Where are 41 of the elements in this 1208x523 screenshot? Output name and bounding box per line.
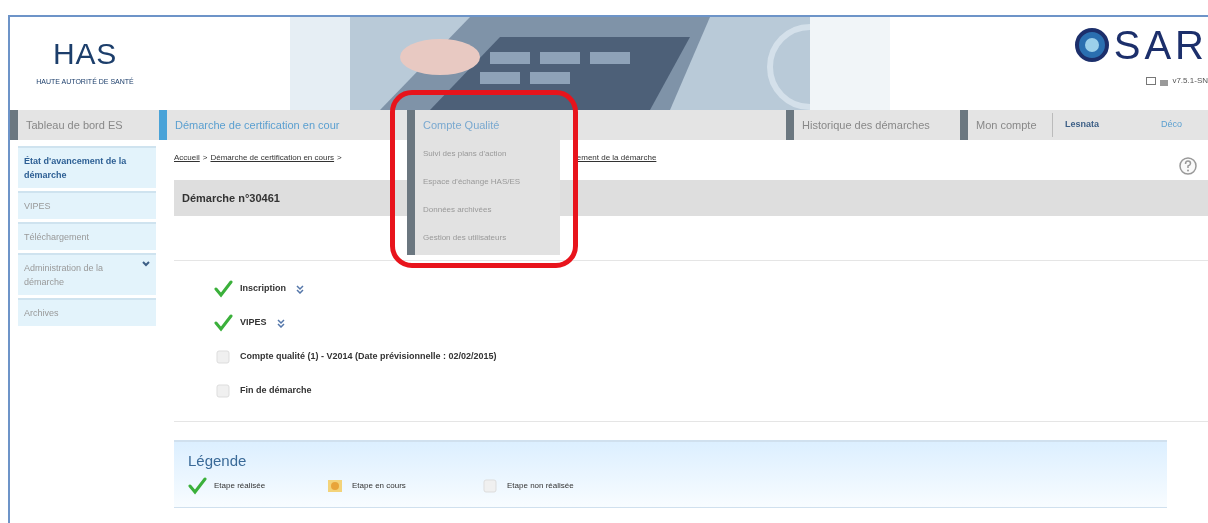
sidebar-item[interactable]: Archives: [18, 298, 156, 326]
sidebar-item[interactable]: Téléchargement: [18, 222, 156, 250]
mail-icon[interactable]: [1146, 77, 1157, 85]
tab-marker: [960, 110, 968, 140]
sidebar-item[interactable]: Administration de la démarche: [18, 253, 156, 295]
breadcrumb-separator: >: [202, 152, 208, 164]
nav-tab[interactable]: Tableau de bord ES: [18, 110, 157, 140]
tab-marker: [786, 110, 794, 140]
user-name: Lesnata: [1065, 118, 1099, 132]
nav-tab[interactable]: Mon compte: [968, 110, 1050, 140]
double-chevron-icon[interactable]: [276, 318, 285, 328]
sidebar-item[interactable]: État d'avancement de la démarche: [18, 146, 156, 188]
breadcrumb-link[interactable]: Accueil: [174, 152, 200, 164]
logo-text: HAS: [53, 39, 117, 70]
help-icon[interactable]: [1178, 156, 1198, 176]
nav-tab[interactable]: Historique des démarches: [794, 110, 956, 140]
tab-marker: [10, 110, 18, 140]
menu-header[interactable]: Compte Qualité: [415, 110, 560, 140]
step-label: VIPES: [240, 316, 267, 330]
globe-icon: [1073, 27, 1110, 63]
menu-item[interactable]: Suivi des plans d'action: [415, 140, 560, 168]
app-logo-text: SAR: [1113, 25, 1208, 65]
nav-tab[interactable]: Démarche de certification en cour: [167, 110, 395, 140]
version-text: v7.5.1-SN: [1172, 75, 1208, 87]
menu-item[interactable]: Espace d'échange HAS/ES: [415, 168, 560, 196]
double-chevron-icon[interactable]: [296, 284, 304, 294]
step-label: Compte qualité (1) - V2014 (Date prévisionnelle : 02/02/2015): [240, 350, 497, 364]
step-label: Fin de démarche: [240, 384, 312, 398]
logout-link[interactable]: Déco: [1161, 118, 1183, 132]
breadcrumb-separator: >: [337, 152, 342, 164]
legend-label: Etape non réalisée: [507, 479, 574, 492]
tab-marker: [159, 110, 167, 140]
page-title: Démarche n°30461: [182, 190, 280, 206]
breadcrumb-link[interactable]: Démarche de certification en cours: [210, 152, 335, 164]
menu-item[interactable]: Gestion des utilisateurs: [415, 224, 560, 252]
legend-label: Etape en cours: [352, 479, 406, 492]
step-label: Inscription: [240, 282, 286, 296]
menu-item[interactable]: Données archivées: [415, 196, 560, 224]
sidebar-item[interactable]: VIPES: [18, 191, 156, 219]
legend-label: Etape réalisée: [214, 479, 266, 492]
legend-title: Légende: [188, 451, 248, 471]
